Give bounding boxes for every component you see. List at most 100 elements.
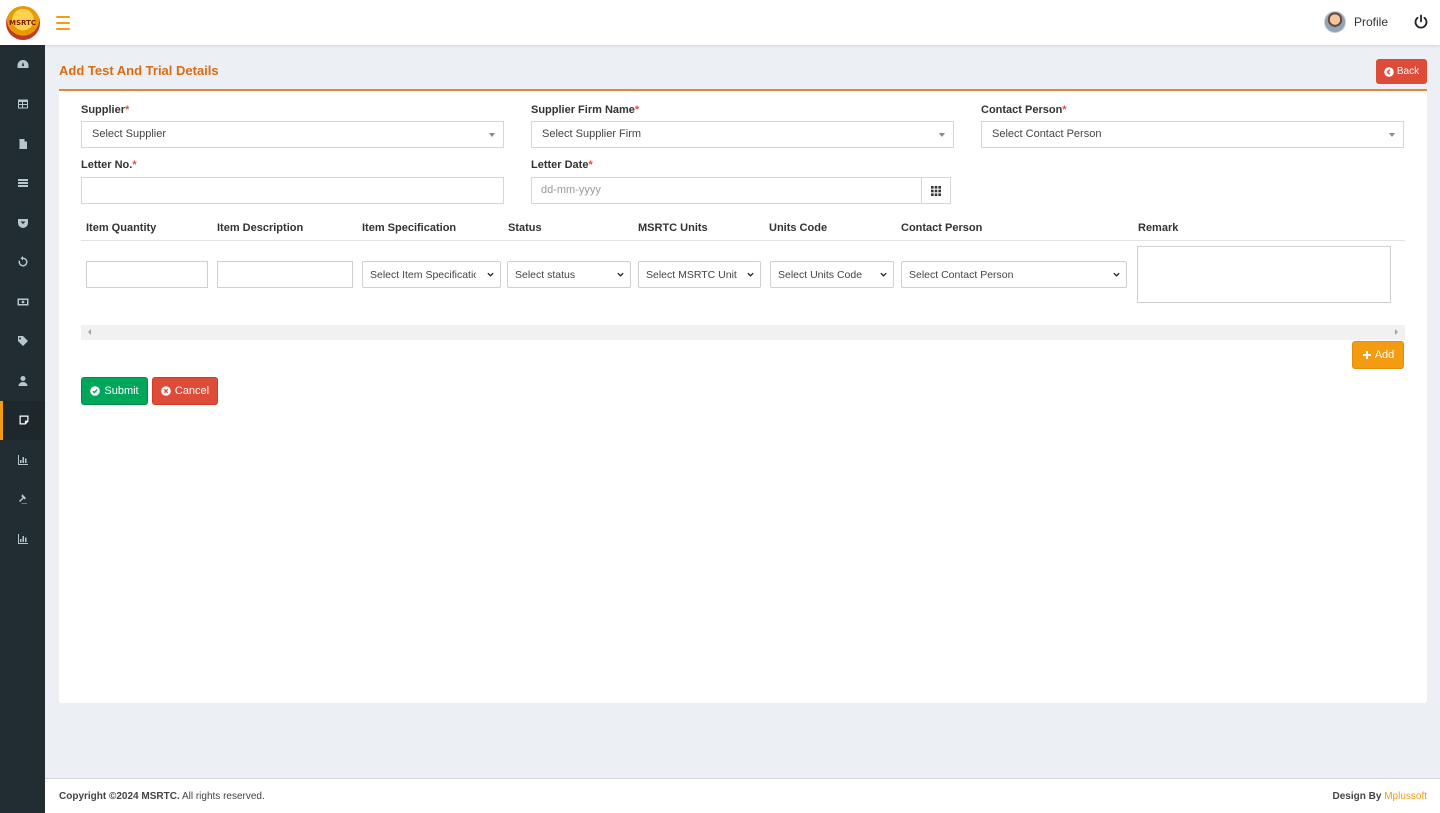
mplussoft-link[interactable]: Mplussoft xyxy=(1384,791,1427,802)
design-credit: Design By Mplussoft xyxy=(1333,791,1427,802)
table-horizontal-scrollbar[interactable] xyxy=(81,325,1405,340)
list-icon xyxy=(17,179,28,188)
design-by-label: Design By xyxy=(1332,791,1382,802)
msrtc-logo[interactable]: MSRTC xyxy=(0,0,45,45)
money-icon xyxy=(17,298,28,306)
row-contact-person-value: Select Contact Person xyxy=(909,269,1014,281)
menu-toggle-icon[interactable] xyxy=(56,12,70,32)
sidebar xyxy=(0,45,45,813)
chevron-down-icon xyxy=(1113,272,1120,277)
file-icon xyxy=(19,138,27,149)
item-specification-value: Select Item Specification xyxy=(370,269,476,281)
scroll-left-arrow-icon xyxy=(88,329,91,335)
chevron-down-icon xyxy=(617,272,624,277)
col-header-status: Status xyxy=(508,222,542,234)
gavel-icon xyxy=(18,494,27,505)
bar-chart-icon xyxy=(17,454,28,465)
item-description-input[interactable] xyxy=(217,261,353,288)
check-circle-icon xyxy=(90,386,101,396)
msrtc-unit-select-value: Select MSRTC Unit xyxy=(646,269,737,281)
cancel-button-label: Cancel xyxy=(174,385,210,397)
power-icon[interactable] xyxy=(1413,14,1429,30)
sidebar-item-analytics[interactable] xyxy=(0,519,45,559)
sidebar-item-money[interactable] xyxy=(0,282,45,322)
calendar-grid-icon xyxy=(931,185,941,196)
supplier-label: Supplier* xyxy=(81,104,130,116)
copyright-text: Copyright ©2024 MSRTC. All rights reserv… xyxy=(59,791,265,802)
sidebar-item-list[interactable] xyxy=(0,164,45,204)
submit-button-label: Submit xyxy=(104,385,139,397)
copyright-prefix: Copyright ©2024 MSRTC. xyxy=(59,791,180,802)
letter-date-input[interactable]: dd-mm-yyyy xyxy=(531,177,922,204)
back-button[interactable]: Back xyxy=(1376,59,1427,84)
form-panel: Supplier* Select Supplier Supplier Firm … xyxy=(59,89,1427,703)
calendar-button[interactable] xyxy=(921,177,951,204)
row-contact-person-select[interactable]: Select Contact Person xyxy=(901,261,1127,288)
sidebar-item-auction[interactable] xyxy=(0,480,45,520)
user-icon xyxy=(18,375,27,386)
sidebar-item-file[interactable] xyxy=(0,124,45,164)
logo-badge: MSRTC xyxy=(5,5,40,40)
add-row-button[interactable]: Add xyxy=(1352,341,1404,369)
table-header-divider xyxy=(81,240,1405,241)
status-select[interactable]: Select status xyxy=(507,261,631,288)
col-header-msrtc-units: MSRTC Units xyxy=(638,222,708,234)
status-select-value: Select status xyxy=(515,269,576,281)
letter-no-label: Letter No.* xyxy=(81,159,137,171)
item-quantity-input[interactable] xyxy=(86,261,208,288)
letter-date-placeholder: dd-mm-yyyy xyxy=(541,184,601,196)
chevron-down-icon xyxy=(747,272,754,277)
item-specification-select[interactable]: Select Item Specification xyxy=(362,261,501,288)
col-header-item-specification: Item Specification xyxy=(362,222,457,234)
col-header-remark: Remark xyxy=(1138,222,1179,234)
supplier-firm-select-value: Select Supplier Firm xyxy=(542,128,642,140)
chevron-down-icon xyxy=(487,272,494,277)
sidebar-item-dashboard[interactable] xyxy=(0,45,45,85)
submit-button[interactable]: Submit xyxy=(81,377,148,405)
col-header-item-description: Item Description xyxy=(217,222,304,234)
units-code-select-value: Select Units Code xyxy=(778,269,863,281)
sidebar-item-user[interactable] xyxy=(0,361,45,401)
bar-chart-icon xyxy=(17,533,28,544)
cancel-button[interactable]: Cancel xyxy=(152,377,218,405)
scroll-right-arrow-icon xyxy=(1395,329,1398,335)
dropdown-caret-icon xyxy=(489,133,495,137)
contact-person-select-value: Select Contact Person xyxy=(992,128,1102,140)
supplier-select-value: Select Supplier xyxy=(92,128,166,140)
remark-textarea[interactable] xyxy=(1137,246,1391,303)
times-circle-icon xyxy=(161,386,171,396)
table-icon xyxy=(17,99,28,109)
chevron-down-icon xyxy=(880,272,887,277)
units-code-select[interactable]: Select Units Code xyxy=(770,261,894,288)
sidebar-item-refresh[interactable] xyxy=(0,243,45,283)
profile-menu[interactable]: Profile xyxy=(1324,11,1388,33)
sidebar-item-shield[interactable] xyxy=(0,203,45,243)
logo-text: MSRTC xyxy=(9,18,36,27)
top-navbar: MSRTC Profile xyxy=(0,0,1440,45)
msrtc-unit-select[interactable]: Select MSRTC Unit xyxy=(638,261,761,288)
dropdown-caret-icon xyxy=(1389,133,1395,137)
contact-person-select[interactable]: Select Contact Person xyxy=(981,121,1404,148)
tags-icon xyxy=(17,336,28,347)
sidebar-item-reports[interactable] xyxy=(0,440,45,480)
col-header-item-quantity: Item Quantity xyxy=(86,222,157,234)
profile-label: Profile xyxy=(1354,15,1389,29)
col-header-contact-person: Contact Person xyxy=(901,222,983,234)
sidebar-item-table[interactable] xyxy=(0,85,45,125)
sidebar-item-tags[interactable] xyxy=(0,322,45,362)
note-icon xyxy=(19,415,29,425)
col-header-units-code: Units Code xyxy=(769,222,828,234)
supplier-firm-select[interactable]: Select Supplier Firm xyxy=(531,121,954,148)
footer: Copyright ©2024 MSRTC. All rights reserv… xyxy=(45,778,1440,813)
supplier-firm-label: Supplier Firm Name* xyxy=(531,104,640,116)
avatar xyxy=(1324,11,1346,33)
plus-icon xyxy=(1362,351,1371,359)
refresh-icon xyxy=(18,256,28,267)
letter-no-input[interactable] xyxy=(81,177,504,204)
copyright-suffix: All rights reserved. xyxy=(179,791,265,802)
page-title: Add Test And Trial Details xyxy=(59,63,219,78)
sidebar-item-test-trial[interactable] xyxy=(0,400,45,440)
back-button-label: Back xyxy=(1396,66,1420,77)
dashboard-icon xyxy=(17,59,28,68)
supplier-select[interactable]: Select Supplier xyxy=(81,121,504,148)
